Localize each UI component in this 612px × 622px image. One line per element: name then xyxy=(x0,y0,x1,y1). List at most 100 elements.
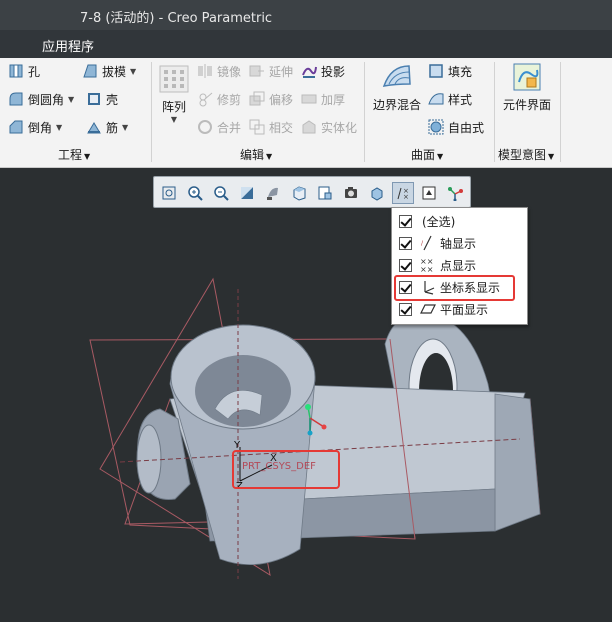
project-label: 投影 xyxy=(321,64,346,79)
freestyle-button[interactable]: 自由式 xyxy=(428,116,484,138)
pattern-dropdown-icon[interactable]: ▼ xyxy=(157,115,191,124)
draft-label: 拔模 xyxy=(102,64,127,79)
zoom-in-button[interactable] xyxy=(184,182,206,204)
mirror-icon xyxy=(197,63,213,79)
mirror-button[interactable]: 镜像 xyxy=(197,60,241,82)
style-label: 样式 xyxy=(448,92,473,107)
datum-display-filter-icon: ×× xyxy=(397,187,409,201)
project-button[interactable]: 投影 xyxy=(301,60,345,82)
zoom-out-button[interactable] xyxy=(210,182,232,204)
saved-orientations-button[interactable] xyxy=(288,182,310,204)
style-button[interactable]: 样式 xyxy=(428,88,472,110)
checkbox[interactable] xyxy=(399,302,412,316)
group-editing-label: 编辑 xyxy=(240,148,265,162)
group-engineering[interactable]: 工程 ▼ xyxy=(58,146,90,163)
trim-label: 修剪 xyxy=(217,92,242,107)
annotation-display-button[interactable] xyxy=(418,182,440,204)
csys-z-label: Z xyxy=(236,481,243,492)
group-model-intent[interactable]: 模型意图 ▼ xyxy=(498,146,554,163)
extend-button[interactable]: 延伸 xyxy=(249,60,293,82)
window-title: 7-8 (活动的) - Creo Parametric xyxy=(80,11,273,26)
svg-text:×: × xyxy=(403,193,409,201)
component-interface-button[interactable]: 元件界面 xyxy=(500,62,554,113)
csys-name-label[interactable]: PRT_CSYS_DEF xyxy=(242,461,316,472)
rib-dropdown-icon[interactable]: ▼ xyxy=(122,123,128,132)
csys-menu-highlight-box xyxy=(394,275,515,301)
chamfer-button[interactable]: 倒角 ▼ xyxy=(8,116,62,138)
round-button[interactable]: 倒圆角 ▼ xyxy=(8,88,74,110)
boundary-blend-icon xyxy=(381,62,413,92)
repaint-button[interactable] xyxy=(236,182,258,204)
fill-label: 填充 xyxy=(448,64,473,79)
solidify-button[interactable]: 实体化 xyxy=(301,116,357,138)
checkbox[interactable] xyxy=(399,258,412,272)
group-surfaces-label: 曲面 xyxy=(411,148,436,162)
chevron-down-icon: ▼ xyxy=(266,152,273,161)
menu-item-select-all[interactable]: (全选) xyxy=(392,210,527,232)
merge-icon xyxy=(197,119,213,135)
refit-button[interactable] xyxy=(158,182,180,204)
pattern-button[interactable]: 阵列 ▼ xyxy=(157,64,191,124)
menu-item-label: 点显示 xyxy=(440,258,477,273)
style-icon xyxy=(428,91,444,107)
datum-toggle-button[interactable] xyxy=(444,182,466,204)
intersect-button[interactable]: 相交 xyxy=(249,116,293,138)
round-label: 倒圆角 xyxy=(28,92,65,107)
display-style-button[interactable] xyxy=(262,182,284,204)
hole-label: 孔 xyxy=(28,64,41,79)
offset-button[interactable]: 偏移 xyxy=(249,88,293,110)
checkbox[interactable] xyxy=(399,214,412,228)
axis-icon: / xyxy=(420,235,436,251)
fill-button[interactable]: 填充 xyxy=(428,60,472,82)
boundary-blend-label: 边界混合 xyxy=(372,98,421,112)
view-manager-button[interactable] xyxy=(314,182,336,204)
chevron-down-icon: ▼ xyxy=(84,152,91,161)
spin-center-button[interactable] xyxy=(366,182,388,204)
boundary-blend-button[interactable]: 边界混合 xyxy=(370,62,424,113)
menu-item-axis-display[interactable]: / 轴显示 xyxy=(392,232,527,254)
solidify-label: 实体化 xyxy=(321,120,358,135)
menu-item-point-display[interactable]: ×× ×× 点显示 xyxy=(392,254,527,276)
ribbon: 孔 拔模 ▼ 倒圆角 ▼ 壳 倒角 ▼ 筋 ▼ 工程 ▼ 阵列 ▼ 镜像 延伸 … xyxy=(0,58,612,168)
merge-button[interactable]: 合并 xyxy=(197,116,241,138)
pattern-label: 阵列 xyxy=(161,100,186,114)
chevron-down-icon: ▼ xyxy=(548,152,555,161)
group-surfaces[interactable]: 曲面 ▼ xyxy=(411,146,443,163)
checkbox[interactable] xyxy=(399,236,412,250)
group-editing[interactable]: 编辑 ▼ xyxy=(240,146,272,163)
draft-dropdown-icon[interactable]: ▼ xyxy=(130,67,136,76)
repaint-icon xyxy=(241,187,253,199)
rib-icon xyxy=(86,119,102,135)
zoom-in-icon xyxy=(188,186,203,201)
shell-icon xyxy=(86,91,102,107)
shell-button[interactable]: 壳 xyxy=(86,88,118,110)
rib-button[interactable]: 筋 ▼ xyxy=(86,116,128,138)
extend-icon xyxy=(249,63,265,79)
menu-item-label: 平面显示 xyxy=(440,302,489,317)
chevron-down-icon: ▼ xyxy=(437,152,444,161)
chamfer-icon xyxy=(8,119,24,135)
draft-button[interactable]: 拔模 ▼ xyxy=(82,60,136,82)
perspective-button[interactable] xyxy=(340,182,362,204)
shell-label: 壳 xyxy=(106,92,119,107)
trim-button[interactable]: 修剪 xyxy=(197,88,241,110)
svg-text:/: / xyxy=(421,240,424,247)
mirror-label: 镜像 xyxy=(217,64,242,79)
menu-app[interactable]: 应用程序 xyxy=(42,36,94,55)
csys-y-label: Y xyxy=(233,440,241,451)
perspective-icon xyxy=(345,187,357,198)
group-model-intent-label: 模型意图 xyxy=(498,148,547,162)
pattern-icon xyxy=(158,64,190,94)
chamfer-dropdown-icon[interactable]: ▼ xyxy=(56,123,62,132)
title-bar: 7-8 (活动的) - Creo Parametric xyxy=(0,0,612,30)
round-dropdown-icon[interactable]: ▼ xyxy=(68,95,74,104)
menu-bar: 应用程序 xyxy=(0,30,612,58)
thicken-button[interactable]: 加厚 xyxy=(301,88,345,110)
datum-display-filter-button[interactable]: × × xyxy=(392,182,414,204)
intersect-label: 相交 xyxy=(269,120,294,135)
hole-button[interactable]: 孔 xyxy=(8,60,40,82)
menu-item-plane-display[interactable]: 平面显示 xyxy=(392,298,527,320)
extend-label: 延伸 xyxy=(269,64,294,79)
menu-item-label: 轴显示 xyxy=(440,236,477,251)
draft-icon xyxy=(82,63,98,79)
